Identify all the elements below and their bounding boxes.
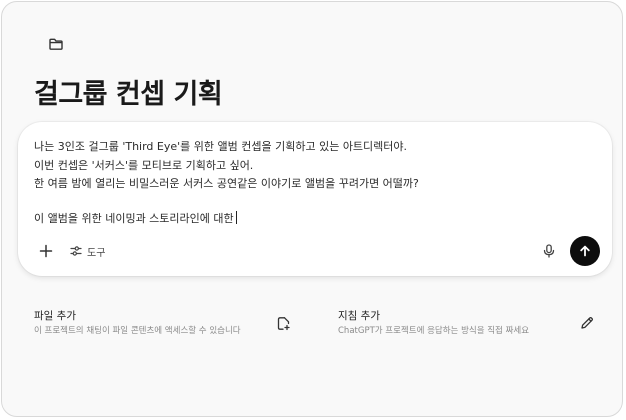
tools-label: 도구 [87,247,106,259]
prompt-line: 한 여름 밤에 열리는 비밀스러운 서커스 공연같은 이야기로 앨범을 꾸려가면… [34,177,419,190]
prompt-line: 이번 컨셉은 '서커스'를 모티브로 기획하고 싶어. [34,158,254,172]
project-page: 걸그룹 컨셉 기획 나는 3인조 걸그룹 'Third Eye'를 위한 앨범 … [1,1,623,417]
pencil-icon [581,316,594,329]
prompt-input[interactable]: 나는 3인조 걸그룹 'Third Eye'를 위한 앨범 컨셉을 기획하고 있… [34,138,594,228]
send-button[interactable] [570,236,600,266]
message-composer[interactable]: 나는 3인조 걸그룹 'Third Eye'를 위한 앨범 컨셉을 기획하고 있… [18,122,612,276]
add-instructions-card[interactable]: 지침 추가 ChatGPT가 프로젝트에 응답하는 방식을 직접 짜세요 [338,302,600,352]
add-instructions-description: ChatGPT가 프로젝트에 응답하는 방식을 직접 짜세요 [338,326,530,336]
folder-icon [49,38,63,50]
prompt-blank-line [34,194,594,210]
sliders-icon [70,246,82,256]
tools-button[interactable]: 도구 [64,240,111,262]
add-files-card[interactable]: 파일 추가 이 프로젝트의 채팅이 파일 콘텐츠에 액세스할 수 있습니다 [34,302,296,352]
add-instructions-icon-button[interactable] [578,314,596,332]
project-folder-button[interactable] [42,30,70,58]
voice-input-button[interactable] [538,240,560,262]
project-title[interactable]: 걸그룹 컨셉 기획 [34,72,223,111]
text-caret [235,210,237,224]
add-files-icon-button[interactable] [274,314,292,332]
prompt-line: 이 앨범을 위한 네이밍과 스토리라인에 대한 [34,211,234,225]
add-attachment-button[interactable] [34,239,58,263]
add-files-description: 이 프로젝트의 채팅이 파일 콘텐츠에 액세스할 수 있습니다 [34,326,241,336]
add-files-title: 파일 추가 [34,310,76,322]
microphone-icon [543,244,555,258]
composer-toolbar: 도구 [32,236,600,266]
add-file-icon [277,316,290,330]
plus-icon [39,244,53,258]
arrow-up-icon [580,245,590,257]
add-instructions-title: 지침 추가 [338,310,380,322]
prompt-line: 나는 3인조 걸그룹 'Third Eye'를 위한 앨범 컨셉을 기획하고 있… [34,140,408,153]
prompt-line-current: 이 앨범을 위한 네이밍과 스토리라인에 대한 [34,210,594,229]
